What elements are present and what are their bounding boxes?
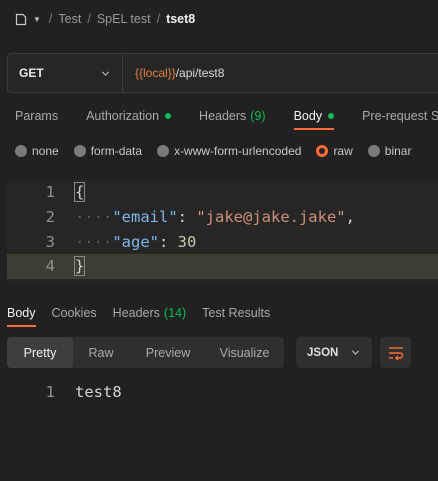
- code-text: ····"email": "jake@jake.jake",: [75, 208, 355, 226]
- json-value: 30: [177, 233, 197, 252]
- radio-label: binar: [384, 144, 412, 158]
- response-text: test8: [75, 383, 122, 401]
- radio-label: form-data: [90, 144, 143, 158]
- indent-marks: ····: [75, 233, 113, 252]
- radio-circle-selected: [316, 145, 329, 157]
- view-mode-toggle: Pretty Raw Preview Visualize: [7, 337, 284, 368]
- text-cursor: [84, 257, 86, 276]
- line-number: 4: [45, 257, 55, 276]
- status-dot: [328, 113, 335, 119]
- format-label: JSON: [307, 346, 339, 359]
- status-dot: [165, 113, 172, 119]
- method-label: GET: [19, 66, 44, 80]
- tab-label: Body: [7, 305, 36, 320]
- json-comma: ,: [345, 208, 355, 227]
- tab-body[interactable]: Body: [279, 102, 335, 130]
- line-number: 1: [45, 383, 55, 401]
- tab-label: Params: [15, 109, 59, 123]
- tab-response-body[interactable]: Body: [0, 298, 36, 327]
- request-name[interactable]: tset8: [166, 12, 195, 26]
- breadcrumb-separator: /: [87, 12, 91, 26]
- wrap-lines-button[interactable]: [380, 337, 411, 368]
- radio-circle: [367, 145, 380, 157]
- line-number: 3: [45, 233, 55, 252]
- tab-headers[interactable]: Headers (9): [184, 102, 266, 130]
- radio-label: none: [32, 144, 59, 158]
- view-pretty-button[interactable]: Pretty: [7, 337, 73, 368]
- tab-label: Cookies: [51, 305, 97, 320]
- editor-line-active: 4 }: [7, 254, 438, 279]
- radio-label: raw: [333, 144, 353, 158]
- tab-pre-request-script[interactable]: Pre-request Sc: [347, 102, 438, 130]
- radio-raw[interactable]: raw: [316, 144, 353, 158]
- tab-label: Pre-request Sc: [362, 109, 438, 123]
- chevron-down-icon: [351, 350, 360, 355]
- tab-label: Body: [293, 109, 323, 123]
- json-value: "jake@jake.jake": [196, 208, 346, 227]
- view-raw-button[interactable]: Raw: [73, 337, 129, 368]
- radio-form-data[interactable]: form-data: [73, 144, 143, 158]
- radio-none[interactable]: none: [15, 144, 59, 158]
- json-colon: :: [159, 233, 178, 252]
- radio-circle: [157, 145, 170, 157]
- tab-cookies[interactable]: Cookies: [45, 298, 97, 327]
- breadcrumb-item-test[interactable]: Test: [58, 12, 81, 26]
- body-type-radios: none form-data x-www-form-urlencoded raw…: [15, 144, 426, 158]
- wrap-lines-icon: [388, 346, 403, 360]
- breadcrumb: ▼ / Test / SpEL test / tset8: [15, 10, 195, 28]
- headers-count: (14): [163, 305, 187, 320]
- method-select[interactable]: GET: [8, 54, 123, 92]
- request-body-editor[interactable]: 1 { 2 ····"email": "jake@jake.jake", 3 ·…: [7, 180, 438, 284]
- json-key: "age": [112, 233, 159, 252]
- url-input[interactable]: {{local}} /api/test8: [123, 54, 224, 92]
- view-visualize-button[interactable]: Visualize: [207, 337, 282, 368]
- tab-response-headers[interactable]: Headers (14): [106, 298, 186, 327]
- json-key: "email": [112, 208, 178, 227]
- breadcrumb-item-spel-test[interactable]: SpEL test: [97, 12, 151, 26]
- editor-line: 1 {: [7, 180, 438, 205]
- radio-circle: [15, 145, 27, 157]
- document-icon[interactable]: [15, 13, 27, 26]
- line-number: 1: [45, 183, 55, 202]
- view-preview-button[interactable]: Preview: [129, 337, 207, 368]
- url-path: /api/test8: [175, 66, 225, 80]
- breadcrumb-separator: /: [156, 12, 161, 26]
- collection-dropdown-caret-icon[interactable]: ▼: [33, 15, 41, 24]
- format-select[interactable]: JSON: [296, 337, 372, 368]
- line-number: 2: [45, 208, 55, 227]
- headers-count: (9): [250, 109, 266, 123]
- response-body: 1 test8: [0, 381, 438, 403]
- tab-label: Headers: [199, 109, 247, 123]
- request-bar: GET {{local}} /api/test8: [7, 53, 438, 93]
- tab-test-results[interactable]: Test Results: [195, 298, 270, 327]
- response-tabs: Body Cookies Headers (14) Test Results: [0, 298, 438, 328]
- tab-label: Test Results: [202, 305, 271, 320]
- radio-circle: [73, 145, 86, 157]
- indent-marks: ····: [75, 208, 113, 227]
- tab-label: Headers: [112, 305, 160, 320]
- editor-line: 2 ····"email": "jake@jake.jake",: [7, 205, 438, 230]
- code-text: ····"age": 30: [75, 233, 196, 251]
- url-variable: {{local}}: [135, 66, 176, 80]
- tab-params[interactable]: Params: [0, 102, 58, 130]
- editor-line: 3 ····"age": 30: [7, 230, 438, 255]
- breadcrumb-separator: /: [48, 12, 53, 26]
- code-text: }: [73, 256, 86, 276]
- json-colon: :: [177, 208, 197, 227]
- radio-binary[interactable]: binar: [367, 144, 412, 158]
- code-text: {: [73, 182, 86, 203]
- tab-authorization[interactable]: Authorization: [71, 102, 172, 130]
- radio-x-www-form-urlencoded[interactable]: x-www-form-urlencoded: [157, 144, 301, 158]
- radio-label: x-www-form-urlencoded: [174, 144, 302, 158]
- request-tabs: Params Authorization Headers (9) Body Pre…: [0, 102, 438, 132]
- open-brace: {: [73, 182, 86, 203]
- chevron-down-icon: [101, 71, 110, 76]
- tab-label: Authorization: [86, 109, 160, 123]
- close-brace: }: [73, 256, 86, 276]
